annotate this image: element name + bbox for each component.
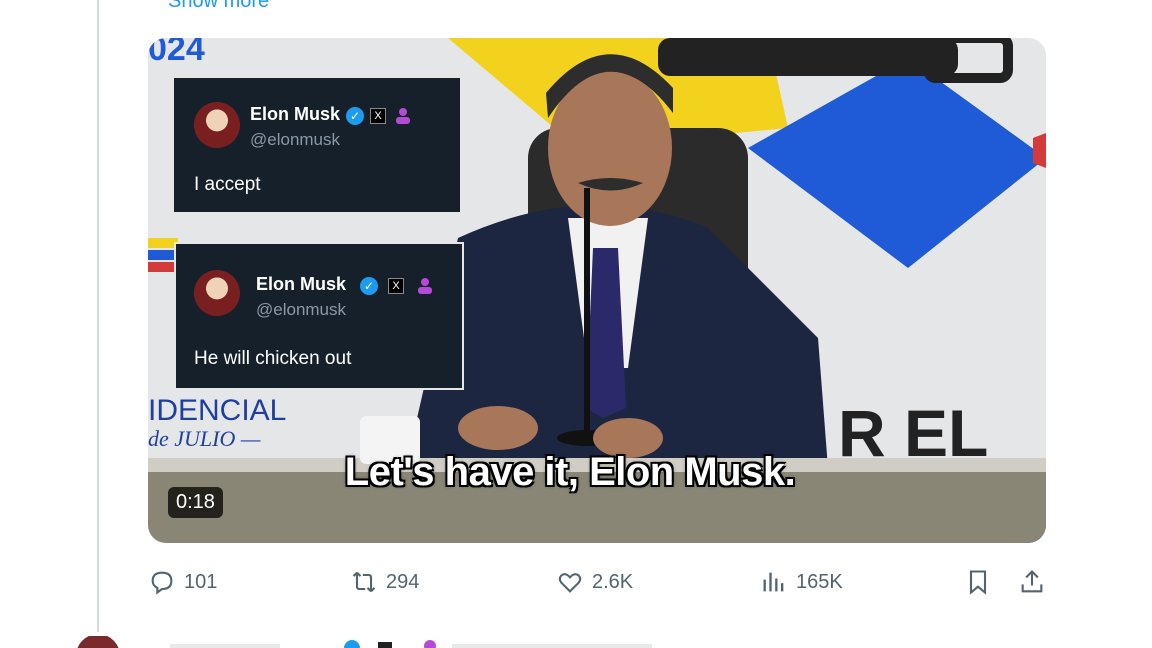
bg-text-sign-left-1: IDENCIAL [148, 394, 286, 427]
video-caption: Let's have it, Elon Musk. [344, 450, 796, 494]
embedded-post-1: Elon Musk ✓ X @elonmusk I accept [172, 76, 462, 214]
verified-badge-icon: ✓ [360, 277, 378, 295]
avatar [194, 270, 240, 316]
show-more-link[interactable]: Show more [168, 0, 269, 13]
reply-icon [151, 571, 173, 595]
repost-button[interactable]: 294 [350, 568, 419, 596]
x-logo-icon: X [388, 278, 404, 294]
tweet-detail-page: Show more 024 IDENCIAL de JULIO — R EL E… [0, 0, 1152, 648]
post-text: I accept [194, 174, 261, 195]
author-handle: @elonmusk [250, 130, 341, 149]
share-button[interactable] [1018, 568, 1046, 596]
bookmark-button[interactable] [964, 568, 992, 596]
post-text: He will chicken out [194, 348, 352, 369]
avatar [194, 102, 240, 148]
bookmark-icon [969, 570, 987, 595]
bg-text-year: 024 [148, 38, 205, 68]
author-name: Elon Musk [250, 104, 341, 124]
repost-count: 294 [386, 570, 420, 593]
thread-line [97, 0, 99, 632]
share-icon [1021, 570, 1043, 593]
reply-button[interactable]: 101 [148, 568, 217, 596]
like-count: 2.6K [592, 570, 634, 593]
bg-text-sign-left-2: de JULIO — [148, 426, 261, 451]
author-handle: @elonmusk [256, 300, 347, 319]
next-post-header-partial [77, 636, 652, 648]
repost-icon [352, 571, 376, 593]
verified-badge-icon: ✓ [346, 107, 364, 125]
reply-count: 101 [184, 570, 218, 593]
like-button[interactable]: 2.6K [556, 568, 633, 596]
heart-icon [558, 573, 582, 593]
embedded-post-2: Elon Musk ✓ X @elonmusk He will chicken … [174, 242, 464, 390]
video-duration: 0:18 [168, 487, 223, 518]
affiliate-person-icon [396, 108, 410, 124]
views-icon [763, 572, 784, 592]
views-count: 165K [796, 570, 843, 593]
x-logo-icon: X [370, 108, 386, 124]
author-name: Elon Musk [256, 274, 347, 294]
views-button[interactable]: 165K [760, 568, 843, 596]
affiliate-person-icon [418, 278, 432, 294]
